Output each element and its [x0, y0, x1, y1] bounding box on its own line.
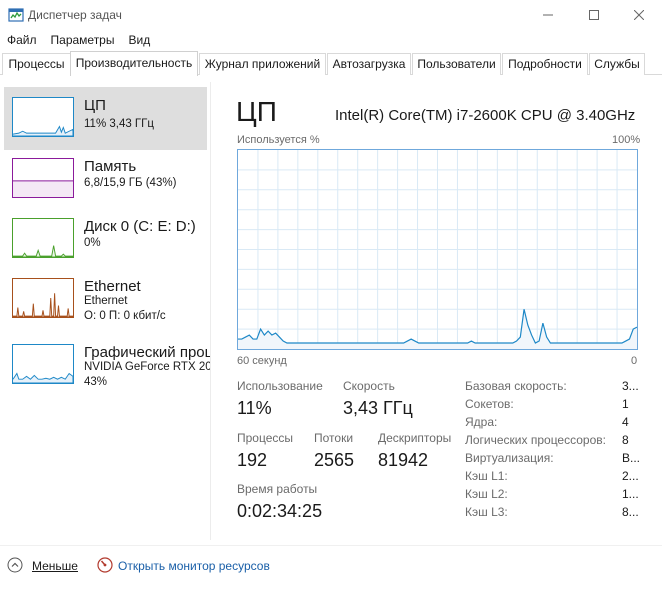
spec-label-cores: Ядра:	[465, 415, 498, 429]
maximize-icon	[589, 10, 599, 20]
spec-value-sockets: 1	[622, 397, 629, 411]
tab-strip: Процессы Производительность Журнал прило…	[0, 51, 662, 76]
footer-divider	[0, 545, 662, 546]
resource-detail-disk: 0%	[84, 237, 101, 249]
speed-label: Скорость	[343, 379, 395, 393]
tab-users[interactable]: Пользователи	[412, 53, 501, 75]
spec-label-base-speed: Базовая скорость:	[465, 379, 567, 393]
spec-value-l2-cache: 1...	[622, 487, 639, 501]
tab-performance[interactable]: Производительность	[70, 51, 198, 76]
resource-detail-ethernet: О: 0 П: 0 кбит/с	[84, 310, 166, 322]
menu-file[interactable]: Файл	[0, 31, 44, 51]
menu-options[interactable]: Параметры	[44, 31, 122, 51]
menu-bar: Файл Параметры Вид	[0, 31, 157, 51]
resource-monitor-icon	[97, 557, 113, 573]
uptime-value: 0:02:34:25	[237, 501, 323, 521]
ethernet-thumbnail-graph	[12, 278, 74, 318]
spec-label-l1-cache: Кэш L1:	[465, 469, 508, 483]
uptime-label: Время работы	[237, 482, 318, 496]
spec-label-l2-cache: Кэш L2:	[465, 487, 508, 501]
minimize-button[interactable]	[525, 0, 571, 30]
memory-thumbnail-graph	[12, 158, 74, 198]
spec-value-logical-processors: 8	[622, 433, 629, 447]
spec-value-l1-cache: 2...	[622, 469, 639, 483]
title-bar: Диспетчер задач	[0, 0, 662, 30]
panel-divider	[210, 82, 211, 540]
processes-value: 192	[237, 450, 268, 470]
cpu-thumbnail-graph	[12, 97, 74, 137]
speed-value: 3,43 ГГц	[343, 398, 413, 418]
resource-list: ЦП 11% 3,43 ГГц Память 6,8/15,9 ГБ (43%)…	[0, 82, 210, 542]
spec-value-l3-cache: 8...	[622, 505, 639, 519]
threads-label: Потоки	[314, 431, 354, 445]
chevron-up-icon[interactable]	[7, 557, 23, 573]
gpu-thumbnail-graph	[12, 344, 74, 384]
resource-name-ethernet: Ethernet	[84, 278, 141, 295]
maximize-button[interactable]	[571, 0, 617, 30]
usage-value: 11%	[237, 398, 272, 418]
tab-app-history[interactable]: Журнал приложений	[199, 53, 326, 75]
processes-label: Процессы	[237, 431, 294, 445]
minimize-icon	[543, 14, 553, 16]
resource-item-gpu[interactable]: Графический процессор 0 NVIDIA GeForce R…	[4, 334, 210, 392]
menu-view[interactable]: Вид	[121, 31, 157, 51]
resource-name-gpu: Графический процессор 0	[84, 344, 210, 361]
resource-name-memory: Память	[84, 158, 137, 175]
resource-item-ethernet[interactable]: Ethernet Ethernet О: 0 П: 0 кбит/с	[4, 268, 210, 326]
close-icon	[634, 10, 644, 20]
graph-label-usage: Используется %	[237, 134, 320, 146]
resource-detail-cpu: 11% 3,43 ГГц	[84, 118, 154, 130]
cpu-model: Intel(R) Core(TM) i7-2600K CPU @ 3.40GHz	[335, 107, 636, 124]
resource-item-cpu[interactable]: ЦП 11% 3,43 ГГц	[4, 87, 207, 150]
spec-value-virtualization: В...	[622, 451, 641, 465]
task-manager-icon	[8, 8, 24, 22]
threads-value: 2565	[314, 450, 355, 470]
resource-name-cpu: ЦП	[84, 97, 106, 114]
cpu-usage-graph	[237, 149, 638, 350]
tab-startup[interactable]: Автозагрузка	[327, 53, 411, 75]
resource-adapter-gpu: NVIDIA GeForce RTX 2060	[84, 361, 210, 373]
resource-name-disk: Диск 0 (C: E: D:)	[84, 218, 196, 235]
resource-detail-gpu: 43%	[84, 376, 108, 388]
spec-label-sockets: Сокетов:	[465, 397, 514, 411]
open-resource-monitor-link[interactable]: Открыть монитор ресурсов	[118, 559, 270, 573]
spec-value-cores: 4	[622, 415, 629, 429]
close-button[interactable]	[616, 0, 662, 30]
resource-item-disk[interactable]: Диск 0 (C: E: D:) 0%	[4, 208, 210, 266]
usage-label: Использование	[237, 379, 323, 393]
handles-value: 81942	[378, 450, 429, 470]
spec-label-virtualization: Виртуализация:	[465, 451, 554, 465]
spec-label-logical-processors: Логических процессоров:	[465, 433, 606, 447]
graph-label-time: 60 секунд	[237, 355, 287, 367]
spec-label-l3-cache: Кэш L3:	[465, 505, 508, 519]
resource-item-memory[interactable]: Память 6,8/15,9 ГБ (43%)	[4, 148, 210, 206]
spec-value-base-speed: 3...	[622, 379, 639, 393]
fewer-details-button[interactable]: Меньше	[32, 559, 78, 573]
disk-thumbnail-graph	[12, 218, 74, 258]
resource-detail-memory: 6,8/15,9 ГБ (43%)	[84, 177, 177, 189]
resource-adapter-ethernet: Ethernet	[84, 295, 128, 307]
graph-label-zero: 0	[631, 355, 638, 367]
tab-services[interactable]: Службы	[589, 53, 645, 75]
handles-label: Дескрипторы	[378, 431, 452, 445]
window-title: Диспетчер задач	[28, 8, 122, 22]
page-title: ЦП	[236, 96, 277, 127]
graph-label-max: 100%	[612, 134, 641, 146]
tab-details[interactable]: Подробности	[502, 53, 588, 75]
tab-processes[interactable]: Процессы	[2, 53, 71, 75]
